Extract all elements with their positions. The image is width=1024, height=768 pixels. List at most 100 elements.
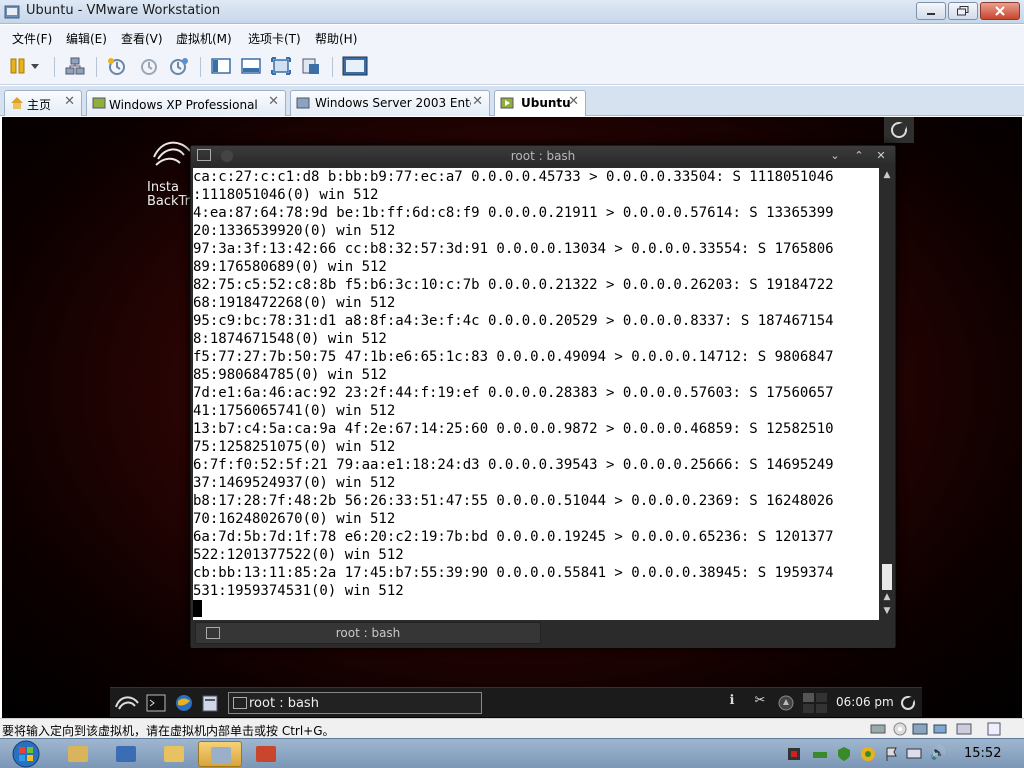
tray-display-icon[interactable] [906, 746, 922, 762]
scroll-up-icon[interactable]: ▲ [881, 170, 893, 182]
tray-app-icon[interactable] [786, 746, 802, 762]
menu-view[interactable]: 查看(V) [121, 30, 163, 47]
tab-windows-server-2003[interactable]: Windows Server 2003 Enterpr... ✕ [290, 90, 490, 116]
terminal-tab-bar: root : bash [191, 620, 895, 648]
taskbar-button-explorer[interactable] [56, 741, 100, 767]
sound-card-icon[interactable] [956, 722, 972, 736]
terminal-line: 97:3a:3f:13:42:66 cc:b8:32:57:3d:91 0.0.… [193, 241, 834, 257]
message-log-icon[interactable] [986, 722, 1002, 736]
taskbar-button-powerpoint[interactable] [244, 741, 288, 767]
vm-display[interactable]: Insta BackTra root : bash ⌄ ⌃ ✕ ca:c:27:… [2, 117, 1022, 718]
terminal-line: f5:77:27:7b:50:75 47:1b:e6:65:1c:83 0.0.… [193, 349, 834, 365]
info-icon[interactable]: ℹ [722, 693, 742, 713]
network-adapter-icon[interactable] [912, 722, 928, 736]
tab-close-button[interactable]: ✕ [568, 94, 579, 109]
tray-security-icon[interactable] [860, 746, 876, 762]
scroll-up-icon[interactable]: ▲ [881, 592, 893, 604]
terminal-line: 41:1756065741(0) win 512 [193, 403, 396, 419]
close-icon [995, 6, 1005, 16]
chevron-down-icon[interactable]: ⌄ [827, 148, 843, 164]
taskbar-button-word[interactable] [104, 741, 148, 767]
chevron-up-icon[interactable]: ⌃ [851, 148, 867, 164]
menu-edit[interactable]: 编辑(E) [66, 30, 107, 47]
tab-close-button[interactable]: ✕ [268, 94, 279, 109]
terminal-window: root : bash ⌄ ⌃ ✕ ca:c:27:c:c1:d8 b:bb:b… [190, 145, 896, 648]
terminal-line: 68:1918472268(0) win 512 [193, 295, 396, 311]
usb-icon[interactable] [932, 722, 948, 736]
restore-button[interactable] [948, 2, 978, 20]
terminal-line: 20:1336539920(0) win 512 [193, 223, 396, 239]
terminal-close-icon[interactable]: ✕ [873, 148, 889, 164]
scroll-down-icon[interactable]: ▼ [881, 606, 893, 618]
terminal-tab[interactable]: root : bash [195, 622, 541, 644]
menu-vm[interactable]: 虚拟机(M) [176, 30, 232, 47]
tray-shield-icon[interactable] [836, 746, 852, 762]
kde-menu-icon[interactable] [114, 693, 140, 713]
window-controls [916, 2, 1020, 20]
tab-close-button[interactable]: ✕ [64, 94, 75, 109]
unity-icon[interactable] [300, 56, 322, 76]
snapshot-icon[interactable] [106, 56, 128, 76]
menu-help[interactable]: 帮助(H) [315, 30, 357, 47]
tab-ubuntu[interactable]: Ubuntu ✕ [494, 90, 586, 116]
console-view-icon[interactable] [342, 56, 368, 76]
guest-clock[interactable]: 06:06 pm [836, 695, 894, 709]
terminal-line: ca:c:27:c:c1:d8 b:bb:b9:77:ec:a7 0.0.0.0… [193, 169, 834, 185]
terminal-text: ca:c:27:c:c1:d8 b:bb:b9:77:ec:a7 0.0.0.0… [193, 168, 834, 618]
tray-flag-icon[interactable] [884, 746, 900, 762]
plasma-cashew-icon [891, 122, 907, 138]
cd-rom-icon[interactable] [892, 722, 908, 736]
thumbnail-bar-icon[interactable] [240, 56, 262, 76]
terminal-cursor [193, 600, 202, 617]
klipper-icon[interactable]: ✂ [750, 693, 770, 713]
terminal-line: 75:1258251075(0) win 512 [193, 439, 396, 455]
system-clock[interactable]: 15:52 [964, 746, 1001, 761]
file-manager-icon[interactable] [200, 693, 220, 713]
pause-icon[interactable] [8, 56, 30, 76]
tab-home[interactable]: 主页 ✕ [4, 90, 82, 116]
taskbar-task-terminal[interactable]: root : bash [228, 692, 482, 714]
terminal-scrollbar[interactable]: ▲ ▲ ▼ [879, 168, 895, 620]
menu-tabs[interactable]: 选项卡(T) [248, 30, 301, 47]
scroll-thumb[interactable] [882, 564, 892, 590]
taskbar-button-vmware[interactable] [198, 741, 242, 767]
terminal-line: 7d:e1:6a:46:ac:92 23:2f:44:f:19:ef 0.0.0… [193, 385, 834, 401]
terminal-title: root : bash [510, 149, 576, 163]
terminal-titlebar[interactable]: root : bash ⌄ ⌃ ✕ [191, 146, 895, 166]
terminal-output[interactable]: ca:c:27:c:c1:d8 b:bb:b9:77:ec:a7 0.0.0.0… [193, 168, 879, 620]
tab-windows-xp[interactable]: Windows XP Professional（Te... ✕ [86, 90, 286, 116]
corner-widget[interactable] [884, 117, 914, 143]
word-icon [116, 746, 136, 762]
close-button[interactable] [980, 2, 1020, 20]
network-icon[interactable] [64, 56, 86, 76]
menu-file[interactable]: 文件(F) [12, 30, 52, 47]
snapshot-manager-icon[interactable] [168, 56, 190, 76]
tray-volume-icon[interactable]: 🔊 [930, 746, 946, 762]
terminal-line: 95:c9:bc:78:31:d1 a8:8f:a4:3e:f:4c 0.0.0… [193, 313, 834, 329]
terminal-line: 70:1624802670(0) win 512 [193, 511, 396, 527]
terminal-icon [233, 697, 247, 709]
hard-disk-icon[interactable] [870, 722, 886, 736]
backtrack-dragon-icon[interactable] [150, 135, 194, 173]
fullscreen-icon[interactable] [270, 56, 292, 76]
vmware-app-icon [4, 5, 20, 19]
pager-icon[interactable] [802, 693, 828, 713]
tab-close-button[interactable]: ✕ [472, 94, 483, 109]
tab-label: 主页 [27, 98, 52, 112]
terminal-line: b8:17:28:7f:48:2b 56:26:33:51:47:55 0.0.… [193, 493, 834, 509]
notifications-icon[interactable] [776, 693, 796, 713]
browser-icon[interactable] [174, 693, 194, 713]
windows-start-icon[interactable] [8, 740, 44, 768]
taskbar-button-folder[interactable] [152, 741, 196, 767]
vmware-icon [211, 747, 231, 763]
minimize-button[interactable] [916, 2, 946, 20]
dropdown-icon[interactable] [28, 56, 42, 76]
task-label: root : bash [249, 696, 319, 711]
terminal-launcher-icon[interactable] [146, 693, 166, 713]
tray-network-icon[interactable] [812, 746, 828, 762]
window-title: Ubuntu - VMware Workstation [26, 3, 221, 18]
sidebar-icon[interactable] [210, 56, 232, 76]
terminal-line: 89:176580689(0) win 512 [193, 259, 387, 275]
revert-snapshot-icon[interactable] [138, 56, 160, 76]
plasma-cashew-icon[interactable] [898, 693, 918, 713]
